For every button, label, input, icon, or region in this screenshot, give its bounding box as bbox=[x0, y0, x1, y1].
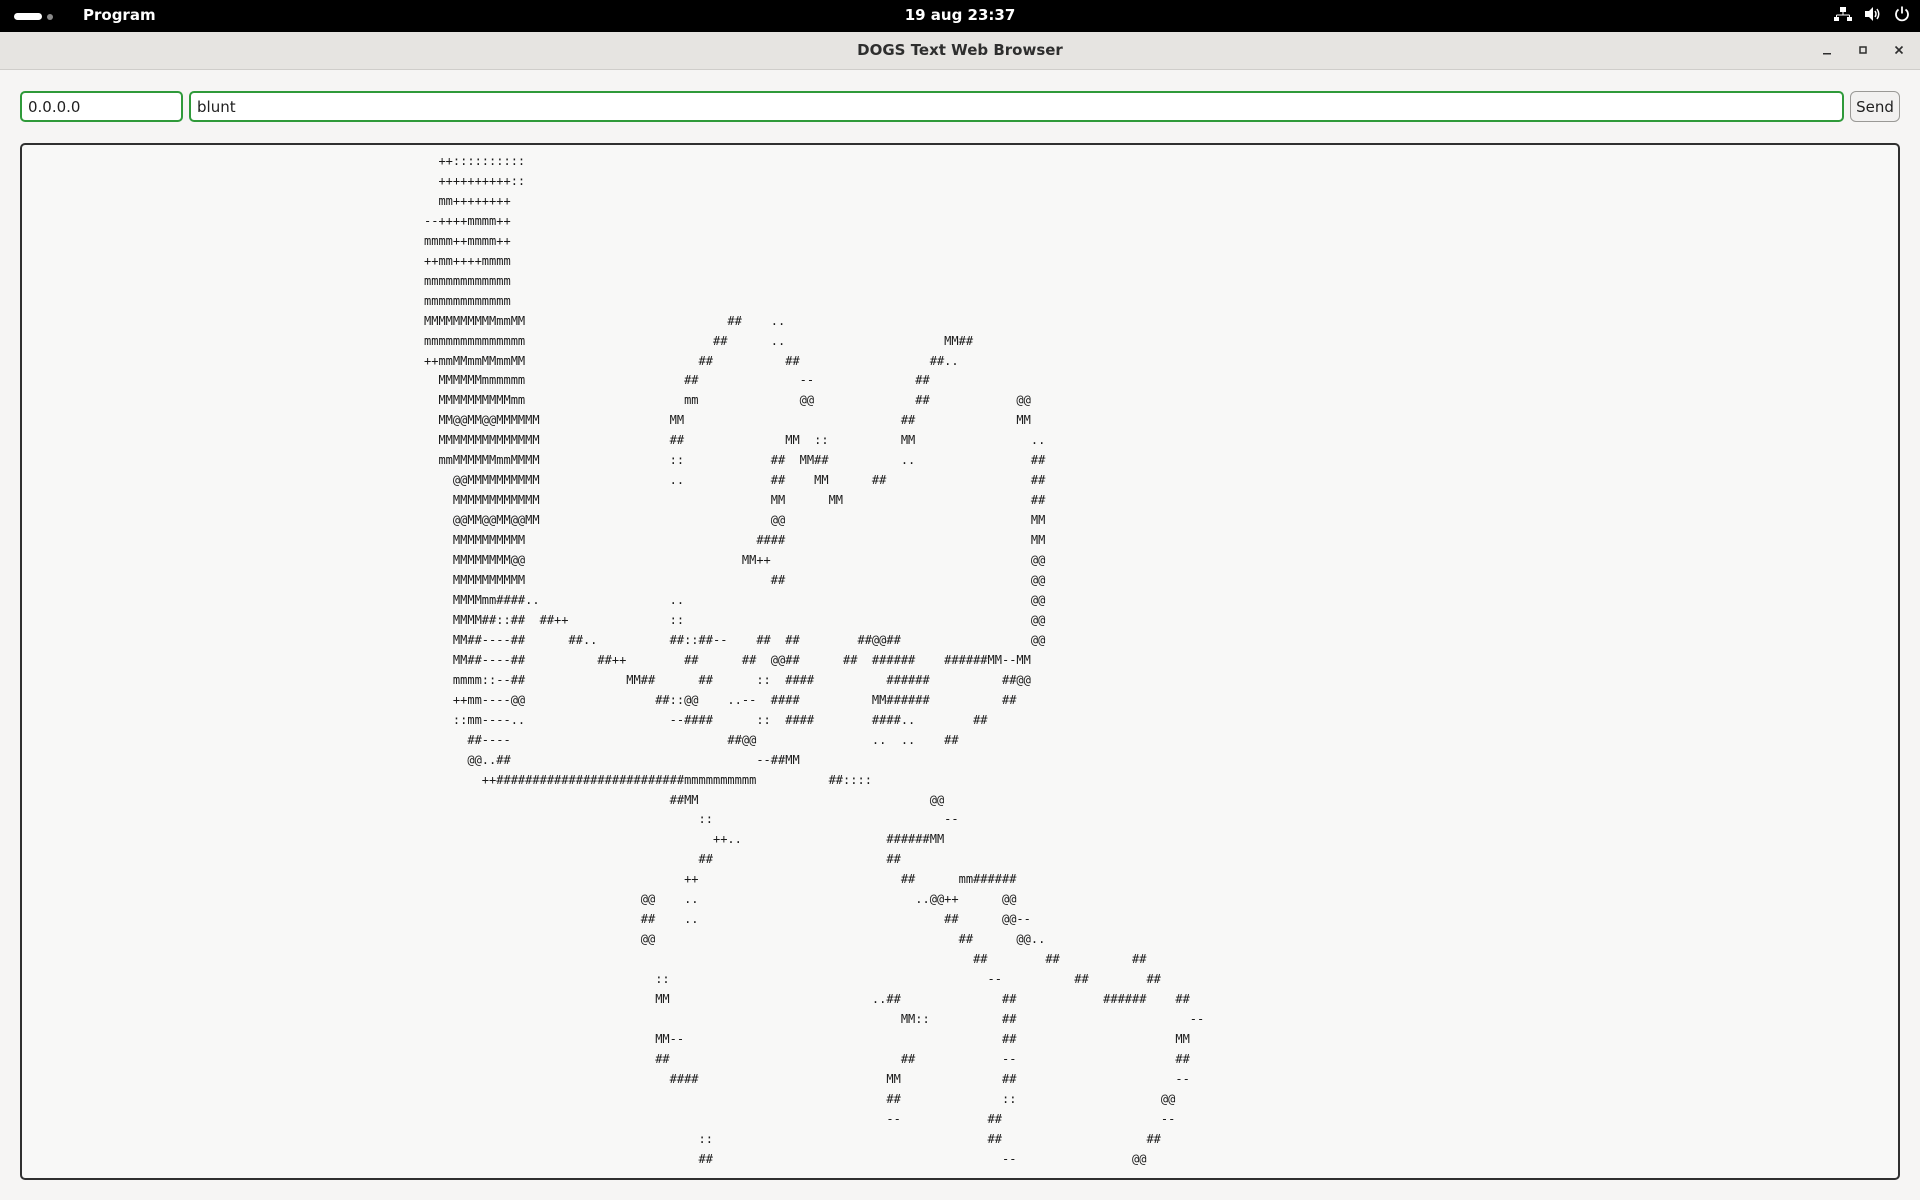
send-button[interactable]: Send bbox=[1850, 91, 1900, 122]
window-controls bbox=[1816, 39, 1910, 61]
window-titlebar[interactable]: DOGS Text Web Browser bbox=[0, 32, 1920, 70]
maximize-icon[interactable] bbox=[1852, 39, 1874, 61]
path-input[interactable] bbox=[189, 91, 1844, 122]
volume-icon[interactable] bbox=[1864, 6, 1882, 22]
clock[interactable]: 19 aug 23:37 bbox=[0, 6, 1920, 24]
host-input[interactable] bbox=[20, 91, 183, 122]
page-content[interactable]: ++:::::::::: ++++++++++:: mm++++++++ --+… bbox=[20, 143, 1900, 1180]
window-title: DOGS Text Web Browser bbox=[857, 41, 1063, 59]
close-icon[interactable] bbox=[1888, 39, 1910, 61]
network-icon[interactable] bbox=[1834, 6, 1852, 22]
ascii-art: ++:::::::::: ++++++++++:: mm++++++++ --+… bbox=[424, 154, 1205, 1166]
system-top-bar: Program 19 aug 23:37 bbox=[0, 0, 1920, 32]
system-tray[interactable] bbox=[1834, 6, 1910, 22]
minimize-icon[interactable] bbox=[1816, 39, 1838, 61]
power-icon[interactable] bbox=[1894, 6, 1910, 22]
